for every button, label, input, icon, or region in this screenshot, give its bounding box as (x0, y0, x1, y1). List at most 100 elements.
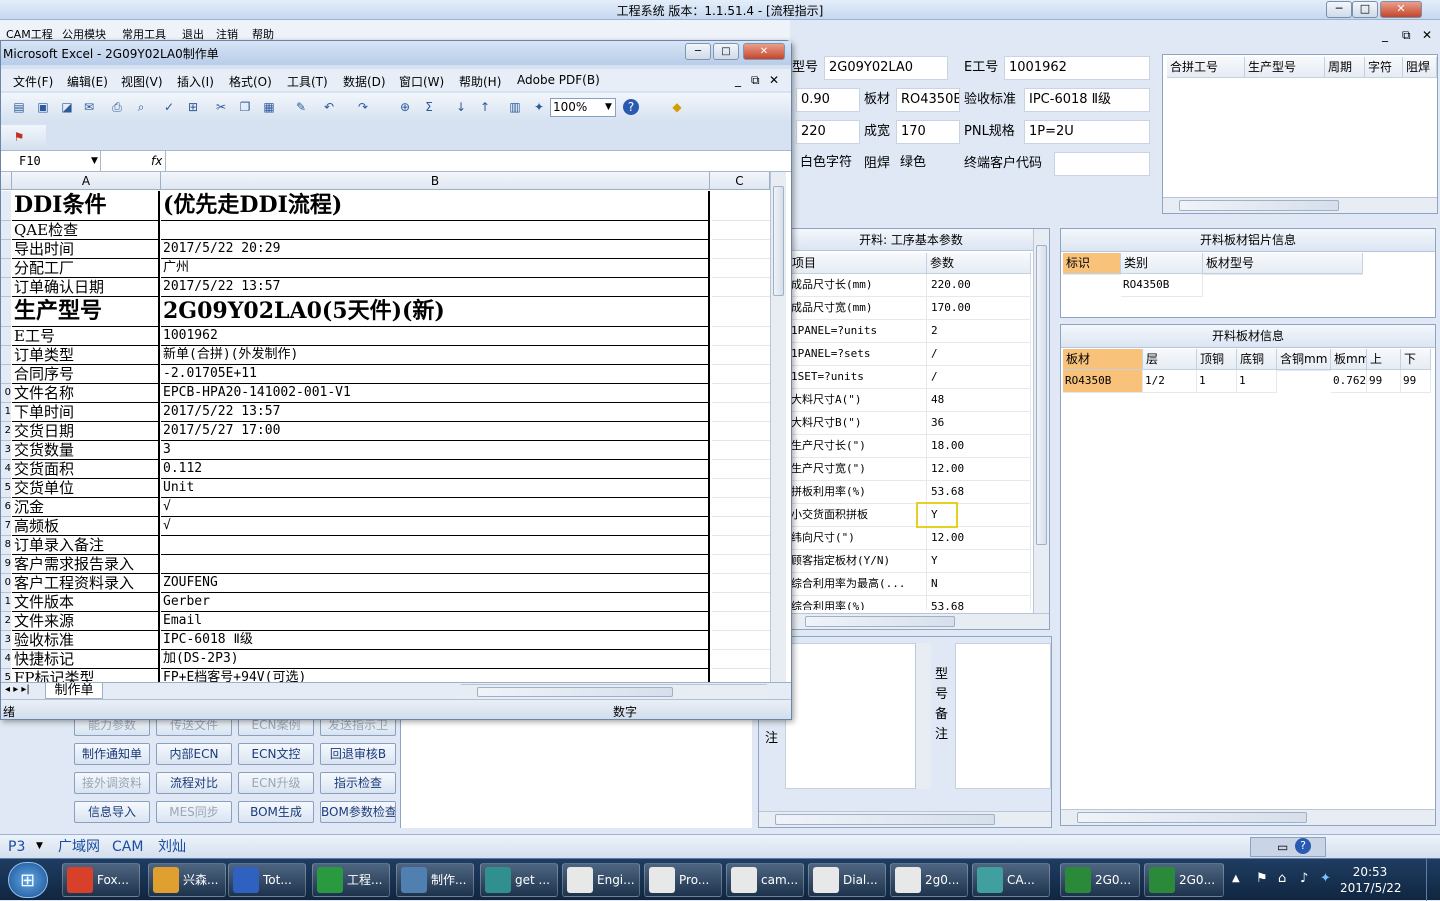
cut-param-cell[interactable]: Y (927, 550, 1031, 573)
sheet-vscroll[interactable] (770, 172, 786, 682)
accept-field[interactable]: IPC-6018 Ⅱ级 (1024, 88, 1150, 112)
cell-b[interactable] (161, 221, 710, 240)
row-header[interactable]: 0 (1, 384, 11, 403)
cut-hscroll[interactable] (789, 613, 1049, 629)
row-header[interactable]: 2 (1, 422, 11, 441)
cell-b[interactable]: -2.01705E+11 (161, 365, 710, 384)
cell-b[interactable]: 新单(合拼)(外发制作) (161, 346, 710, 365)
action-button[interactable]: 流程对比 (156, 772, 232, 794)
copy-icon[interactable]: ❐ (237, 99, 253, 115)
cell-c[interactable] (712, 517, 770, 536)
action-button[interactable]: 回退审核B (320, 743, 396, 765)
cell-b[interactable]: 0.112 (161, 460, 710, 479)
cell-c[interactable] (712, 441, 770, 460)
row-header[interactable]: 4 (1, 650, 11, 669)
cell-a[interactable]: 订单确认日期 (12, 278, 160, 297)
row-header[interactable]: 7 (1, 517, 11, 536)
cell-c[interactable] (712, 422, 770, 441)
row-header[interactable]: 3 (1, 441, 11, 460)
eno-field[interactable]: 1001962 (1004, 56, 1150, 80)
cell-b[interactable]: IPC-6018 Ⅱ级 (161, 631, 710, 650)
cut-item-cell[interactable]: 拼板利用率(%) (789, 481, 927, 504)
taskbar-item[interactable]: 兴森... (148, 863, 226, 897)
cell-b[interactable]: 2017/5/27 17:00 (161, 422, 710, 441)
col-cycle[interactable]: 周期 (1325, 57, 1365, 78)
note-textarea[interactable] (785, 643, 931, 789)
maximize-button[interactable]: □ (1352, 1, 1378, 18)
cell-b[interactable]: 1001962 (161, 327, 710, 346)
p3-select[interactable]: P3 (8, 837, 25, 857)
cell-b[interactable]: FP+E档客号+94V(可选) (161, 669, 710, 682)
menu-edit[interactable]: 编辑(E) (67, 73, 108, 90)
formula-input[interactable] (165, 151, 791, 171)
cut-item-cell[interactable]: 顾客指定板材(Y/N) (789, 550, 927, 573)
paste-icon[interactable]: ▦ (261, 99, 277, 115)
cell-a[interactable]: DDI条件 (12, 191, 160, 221)
menu-adobe-pdf[interactable]: Adobe PDF(B) (517, 73, 600, 87)
board-cell[interactable]: RO4350B (1063, 370, 1143, 393)
cell-c[interactable] (712, 612, 770, 631)
cell-c[interactable] (712, 259, 770, 278)
cell-a[interactable]: 客户工程资料录入 (12, 574, 160, 593)
menu-help[interactable]: 帮助(H) (459, 73, 501, 90)
cell-c[interactable] (712, 460, 770, 479)
help-icon[interactable]: ? (623, 99, 639, 115)
flag-icon[interactable]: ⚑ (1256, 871, 1268, 886)
cut-item-cell[interactable]: 1SET=?units (789, 366, 927, 389)
board-hscroll[interactable] (1061, 809, 1435, 825)
board-field[interactable]: RO4350B (896, 88, 960, 112)
cut-param-cell[interactable]: / (927, 366, 1031, 389)
taskbar-item[interactable]: Engi... (562, 863, 640, 897)
row-header[interactable]: 6 (1, 498, 11, 517)
board-col-header[interactable]: 顶铜 (1197, 349, 1237, 370)
open-icon[interactable]: ▤ (11, 99, 27, 115)
row-header[interactable]: 1 (1, 403, 11, 422)
action-button[interactable]: 信息导入 (74, 801, 150, 823)
col-model[interactable]: 生产型号 (1245, 57, 1325, 78)
cell-c[interactable] (712, 278, 770, 297)
board-col-header[interactable]: 上 (1367, 349, 1401, 370)
menu-view[interactable]: 视图(V) (121, 73, 163, 90)
board-cell[interactable]: 1 (1237, 370, 1277, 393)
sort-desc-icon[interactable]: ↑ (477, 99, 493, 115)
taskbar-item[interactable]: 2G0... (1060, 863, 1140, 897)
cell-a[interactable]: 订单类型 (12, 346, 160, 365)
cell-a[interactable]: 沉金 (12, 498, 160, 517)
minimize-button[interactable]: ─ (1326, 1, 1352, 18)
clock[interactable]: 20:53 2017/5/22 (1340, 864, 1402, 896)
row-header[interactable]: 0 (1, 574, 11, 593)
cell-c[interactable] (712, 536, 770, 555)
cell-c[interactable] (712, 574, 770, 593)
cell-c[interactable] (712, 240, 770, 259)
pdf-icon[interactable]: ⚑ (11, 129, 27, 145)
cell-c[interactable] (712, 498, 770, 517)
col-header-b[interactable]: B (161, 172, 710, 190)
excel-maximize-button[interactable]: □ (713, 43, 739, 60)
cell-c[interactable] (712, 384, 770, 403)
cell-b[interactable]: Unit (161, 479, 710, 498)
action-button[interactable]: 接外调资料 (74, 772, 150, 794)
cut-item-cell[interactable]: 大料尺寸A(") (789, 389, 927, 412)
model-field[interactable]: 2G09Y02LA0 (824, 56, 948, 80)
taskbar-item[interactable]: 制作... (396, 863, 474, 897)
cell-a[interactable]: 客户需求报告录入 (12, 555, 160, 574)
app-tray-icon[interactable]: ✦ (1320, 871, 1331, 886)
mdi-restore-button[interactable]: ⧉ (1402, 28, 1411, 43)
taskbar-item[interactable]: Dial... (808, 863, 886, 897)
show-desktop-button[interactable] (1426, 859, 1440, 901)
cell-c[interactable] (712, 593, 770, 612)
autosum-icon[interactable]: Σ (421, 99, 437, 115)
format-painter-icon[interactable]: ✎ (293, 99, 309, 115)
menu-tools[interactable]: 工具(T) (287, 73, 328, 90)
action-button[interactable]: 制作通知单 (74, 743, 150, 765)
cut-param-cell[interactable]: 48 (927, 389, 1031, 412)
board-cell[interactable]: 1/2 (1143, 370, 1197, 393)
research-icon[interactable]: ⊞ (185, 99, 201, 115)
board-col-header[interactable]: 含铜mm (1277, 349, 1331, 370)
cell-b[interactable]: √ (161, 517, 710, 536)
fill-color-icon[interactable]: ◆ (669, 99, 685, 115)
col-sheet-model[interactable]: 板材型号 (1203, 253, 1363, 274)
cell-c[interactable] (712, 650, 770, 669)
cell-a[interactable]: 生产型号 (12, 297, 160, 327)
finish-width-field[interactable]: 170 (896, 120, 960, 144)
